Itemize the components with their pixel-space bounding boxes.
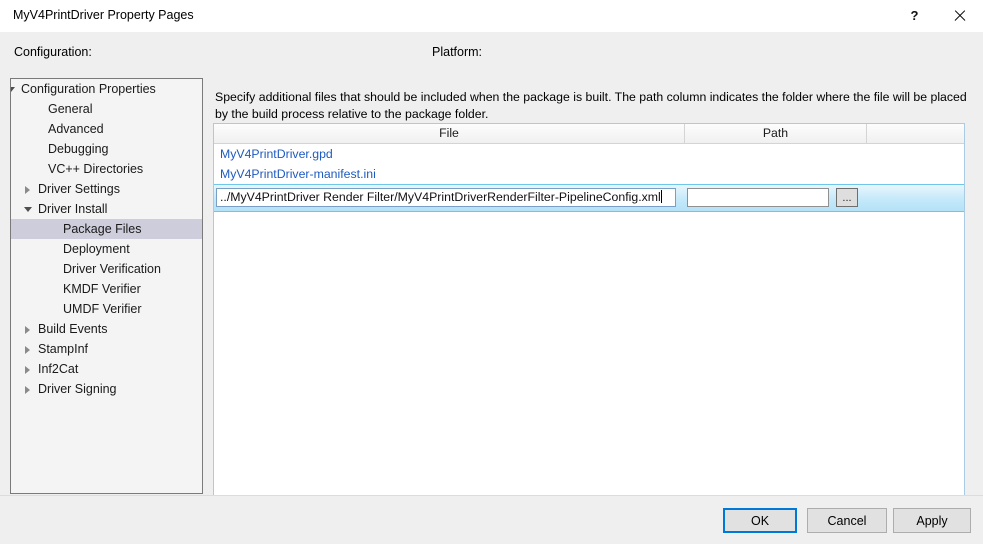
tree-item-driver-signing[interactable]: Driver Signing — [11, 379, 202, 399]
apply-button[interactable]: Apply — [893, 508, 971, 533]
tree-item-label: Build Events — [38, 322, 108, 336]
grid-row[interactable]: MyV4PrintDriver.gpd — [214, 144, 964, 164]
tree-item-inf2cat[interactable]: Inf2Cat — [11, 359, 202, 379]
destination-path-input[interactable] — [687, 188, 829, 207]
triangle-down-icon[interactable] — [24, 206, 32, 214]
window-title: MyV4PrintDriver Property Pages — [13, 8, 194, 22]
tree-item-advanced[interactable]: Advanced — [11, 119, 202, 139]
configuration-bar: Configuration: Active(Debug) Platform: A… — [0, 32, 983, 97]
tree-item-kmdf-verifier[interactable]: KMDF Verifier — [11, 279, 202, 299]
tree-item-build-events[interactable]: Build Events — [11, 319, 202, 339]
dialog-body: Configuration Properties General Advanced D… — [0, 72, 983, 497]
grid-row[interactable]: MyV4PrintDriver-manifest.ini — [214, 164, 964, 184]
title-bar: MyV4PrintDriver Property Pages ? — [0, 0, 983, 33]
grid-cell-file[interactable]: MyV4PrintDriver-manifest.ini — [220, 164, 376, 184]
close-icon — [953, 9, 967, 23]
tree-item-label: UMDF Verifier — [63, 302, 142, 316]
tree-item-vc-directories[interactable]: VC++ Directories — [11, 159, 202, 179]
triangle-right-icon[interactable] — [24, 366, 32, 374]
tree-item-stampinf[interactable]: StampInf — [11, 339, 202, 359]
grid-editing-row[interactable]: ../MyV4PrintDriver Render Filter/MyV4Pri… — [214, 184, 964, 212]
text-caret — [660, 190, 662, 203]
file-path-input-value: ../MyV4PrintDriver Render Filter/MyV4Pri… — [220, 190, 661, 204]
tree-item-umdf-verifier[interactable]: UMDF Verifier — [11, 299, 202, 319]
tree-item-label: StampInf — [38, 342, 89, 356]
tree-item-label: KMDF Verifier — [63, 282, 141, 296]
triangle-right-icon[interactable] — [24, 326, 32, 334]
file-path-input[interactable]: ../MyV4PrintDriver Render Filter/MyV4Pri… — [216, 188, 676, 207]
tree-item-driver-install[interactable]: Driver Install — [11, 199, 202, 219]
page-description: Specify additional files that should be … — [215, 90, 967, 121]
tree-item-label: Driver Signing — [38, 382, 117, 396]
package-files-page: Specify additional files that should be … — [213, 78, 973, 497]
column-header-path[interactable]: Path — [685, 124, 867, 143]
tree-item-driver-settings[interactable]: Driver Settings — [11, 179, 202, 199]
grid-rows: MyV4PrintDriver.gpd MyV4PrintDriver-manif… — [214, 144, 964, 184]
ok-button[interactable]: OK — [723, 508, 797, 533]
grid-header-row: File Path — [214, 124, 964, 144]
tree-item-configuration-properties[interactable]: Configuration Properties — [11, 79, 202, 99]
cancel-button[interactable]: Cancel — [807, 508, 887, 533]
triangle-right-icon[interactable] — [24, 386, 32, 394]
triangle-right-icon[interactable] — [24, 186, 32, 194]
triangle-down-icon[interactable] — [11, 86, 15, 94]
tree-item-label: Inf2Cat — [38, 362, 79, 376]
column-header-file[interactable]: File — [214, 124, 685, 143]
tree-item-debugging[interactable]: Debugging — [11, 139, 202, 159]
tree-item-label: General — [48, 102, 93, 116]
platform-label: Platform: — [432, 45, 483, 59]
tree-item-label: Driver Settings — [38, 182, 120, 196]
help-icon[interactable]: ? — [892, 0, 937, 31]
ellipsis-browse-icon[interactable]: ... — [836, 188, 858, 207]
tree-item-driver-verification[interactable]: Driver Verification — [11, 259, 202, 279]
tree-item-label: Driver Verification — [63, 262, 161, 276]
tree-item-label: Advanced — [48, 122, 104, 136]
dialog-footer: OK Cancel Apply — [0, 495, 983, 544]
tree-item-package-files[interactable]: Package Files — [11, 219, 202, 239]
tree-item-label: Driver Install — [38, 202, 108, 216]
configuration-tree[interactable]: Configuration Properties General Advanced D… — [10, 78, 203, 494]
close-button[interactable] — [937, 0, 982, 31]
tree-item-label: VC++ Directories — [48, 162, 144, 176]
tree-item-label: Debugging — [48, 142, 109, 156]
grid-cell-file[interactable]: MyV4PrintDriver.gpd — [220, 144, 333, 164]
tree-item-deployment[interactable]: Deployment — [11, 239, 202, 259]
tree-item-label: Package Files — [63, 222, 142, 236]
column-header-extra[interactable] — [867, 124, 964, 143]
tree-item-general[interactable]: General — [11, 99, 202, 119]
triangle-right-icon[interactable] — [24, 346, 32, 354]
tree-item-label: Deployment — [63, 242, 130, 256]
configuration-label: Configuration: — [14, 45, 92, 59]
tree-item-label: Configuration Properties — [21, 82, 156, 96]
package-files-grid[interactable]: File Path MyV4PrintDriver.gpd MyV4PrintDr… — [213, 123, 965, 497]
